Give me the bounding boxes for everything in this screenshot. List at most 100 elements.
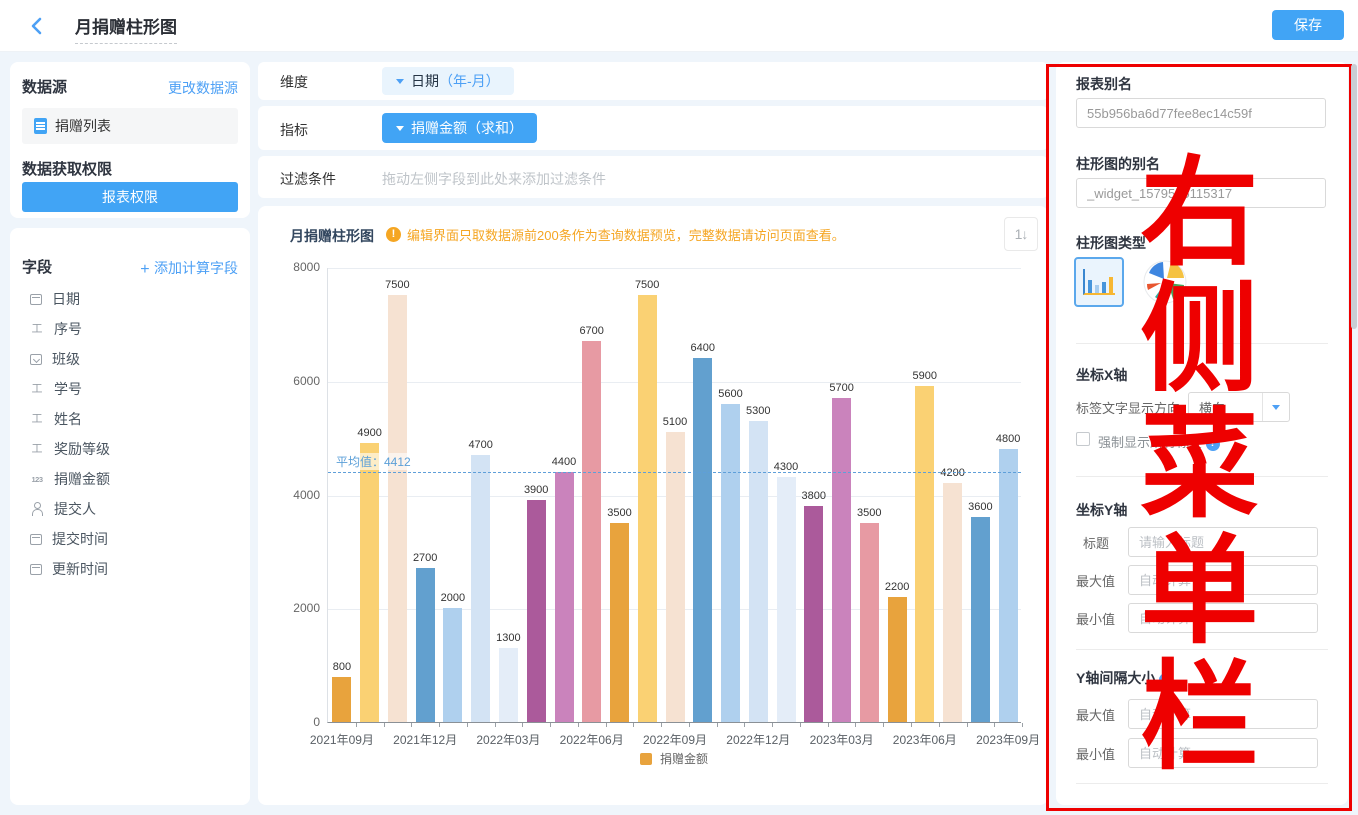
y-axis-tick-label: 8000: [280, 260, 320, 274]
field-item-学号[interactable]: 工学号: [22, 374, 238, 404]
right-settings-panel: 报表别名 柱形图的别名 柱形图类型 坐标X轴 标签文: [1056, 62, 1348, 805]
bar-2023年04月: [860, 523, 879, 722]
x-axis-tick: [744, 723, 745, 727]
bar-2022年10月: [693, 358, 712, 722]
datasource-item-label: 捐赠列表: [55, 116, 111, 136]
x-axis-tick: [606, 723, 607, 727]
chevron-down-icon: [1272, 405, 1280, 410]
filter-label: 过滤条件: [280, 169, 336, 189]
field-item-label: 奖励等级: [54, 439, 110, 459]
field-item-提交时间[interactable]: 提交时间: [22, 524, 238, 554]
field-item-label: 更新时间: [52, 559, 108, 579]
filter-row[interactable]: 过滤条件 拖动左侧字段到此处来添加过滤条件: [258, 156, 1048, 198]
bar-2022年03月: [499, 648, 518, 722]
fields-list: 日期工序号班级工学号工姓名工奖励等级123捐赠金额提交人提交时间更新时间: [22, 284, 238, 584]
y-axis-min-input[interactable]: [1128, 603, 1318, 633]
y-axis-caption-input[interactable]: [1128, 527, 1318, 557]
field-item-捐赠金额[interactable]: 123捐赠金额: [22, 464, 238, 494]
report-permission-button[interactable]: 报表权限: [22, 182, 238, 212]
warning-text: 编辑界面只取数据源前200条作为查询数据预览，完整数据请访问页面查看。: [407, 225, 845, 244]
x-axis-tick: [800, 723, 801, 727]
force-labels-checkbox[interactable]: [1076, 432, 1090, 446]
x-axis-tick: [439, 723, 440, 727]
divider: [1076, 783, 1328, 784]
label-direction-select[interactable]: 横向: [1188, 392, 1290, 422]
x-axis-tick: [633, 723, 634, 727]
bar-value-label: 7500: [622, 279, 672, 291]
field-item-更新时间[interactable]: 更新时间: [22, 554, 238, 584]
save-button[interactable]: 保存: [1272, 10, 1344, 40]
field-item-姓名[interactable]: 工姓名: [22, 404, 238, 434]
x-axis-tick: [772, 723, 773, 727]
metric-value: 捐赠金额（求和）: [411, 118, 523, 138]
field-item-label: 提交时间: [52, 529, 108, 549]
bar-2021年09月: [332, 677, 351, 723]
bar-2023年06月: [915, 386, 934, 722]
bar-2021年10月: [360, 443, 379, 722]
help-icon[interactable]: ?: [1206, 437, 1220, 451]
force-labels-label: 强制显示所有标签 ?: [1098, 432, 1220, 451]
field-item-班级[interactable]: 班级: [22, 344, 238, 374]
y-axis-caption-label: 标题: [1083, 533, 1109, 552]
back-button[interactable]: [26, 15, 48, 37]
calendar-field-icon: [30, 564, 42, 575]
bar-value-label: 6400: [678, 342, 728, 354]
bar-value-label: 5700: [817, 382, 867, 394]
y-interval-min-label: 最小值: [1076, 744, 1115, 763]
add-calc-field-link[interactable]: + 添加计算字段: [140, 258, 238, 279]
calendar-field-icon: [30, 534, 42, 545]
help-icon[interactable]: ?: [1159, 673, 1173, 687]
y-interval-min-input[interactable]: [1128, 738, 1318, 768]
x-axis-tick: [939, 723, 940, 727]
field-item-奖励等级[interactable]: 工奖励等级: [22, 434, 238, 464]
select-field-icon: [30, 354, 42, 365]
x-axis-label: 2022年06月: [547, 731, 637, 748]
bar-2023年03月: [832, 398, 851, 722]
report-alias-input[interactable]: [1076, 98, 1326, 128]
chart-title: 月捐赠柱形图: [290, 226, 374, 246]
dimension-suffix: （年-月）: [439, 73, 500, 89]
y-axis-tick-label: 6000: [280, 374, 320, 388]
divider: [1076, 476, 1328, 477]
field-item-日期[interactable]: 日期: [22, 284, 238, 314]
scrollbar-thumb[interactable]: [1351, 64, 1357, 329]
field-item-label: 日期: [52, 289, 80, 309]
x-axis-tick: [883, 723, 884, 727]
field-item-label: 提交人: [54, 499, 96, 519]
bar-2023年07月: [943, 483, 962, 722]
y-interval-max-input[interactable]: [1128, 699, 1318, 729]
text-field-icon: 工: [30, 412, 44, 426]
bar-2022年05月: [555, 472, 574, 722]
fields-card: 字段 + 添加计算字段 日期工序号班级工学号工姓名工奖励等级123捐赠金额提交人…: [10, 228, 250, 805]
page-title[interactable]: 月捐赠柱形图: [75, 13, 177, 44]
field-item-序号[interactable]: 工序号: [22, 314, 238, 344]
y-interval-title: Y轴间隔大小 ?: [1076, 668, 1173, 688]
dimension-row: 维度 日期（年-月）: [258, 62, 1048, 100]
sort-button[interactable]: 1↓: [1004, 217, 1038, 251]
top-bar: 月捐赠柱形图 保存: [0, 0, 1358, 52]
x-axis-tick: [855, 723, 856, 727]
dimension-pill[interactable]: 日期（年-月）: [382, 67, 514, 95]
chart-type-pie-option[interactable]: [1140, 257, 1190, 307]
x-axis-label: 2023年03月: [797, 731, 887, 748]
x-axis-tick: [467, 723, 468, 727]
change-datasource-link[interactable]: 更改数据源: [168, 78, 238, 98]
metric-pill[interactable]: 捐赠金额（求和）: [382, 113, 537, 143]
x-axis-tick: [994, 723, 995, 727]
back-chevron-icon: [26, 15, 48, 37]
y-axis-max-input[interactable]: [1128, 565, 1318, 595]
chart-type-bar-option[interactable]: [1074, 257, 1124, 307]
field-item-提交人[interactable]: 提交人: [22, 494, 238, 524]
bar-value-label: 4800: [983, 433, 1033, 445]
report-alias-label: 报表别名: [1076, 74, 1132, 94]
bar-value-label: 4700: [456, 439, 506, 451]
bar-value-label: 3500: [844, 507, 894, 519]
text-field-icon: 工: [30, 442, 44, 456]
chart-legend[interactable]: 捐赠金额: [327, 750, 1021, 767]
number-field-icon: 123: [30, 472, 44, 486]
bar-2023年02月: [804, 506, 823, 722]
x-axis-label: 2023年06月: [880, 731, 970, 748]
datasource-item[interactable]: 捐赠列表: [22, 108, 238, 144]
widget-alias-input[interactable]: [1076, 178, 1326, 208]
x-axis-tick: [911, 723, 912, 727]
